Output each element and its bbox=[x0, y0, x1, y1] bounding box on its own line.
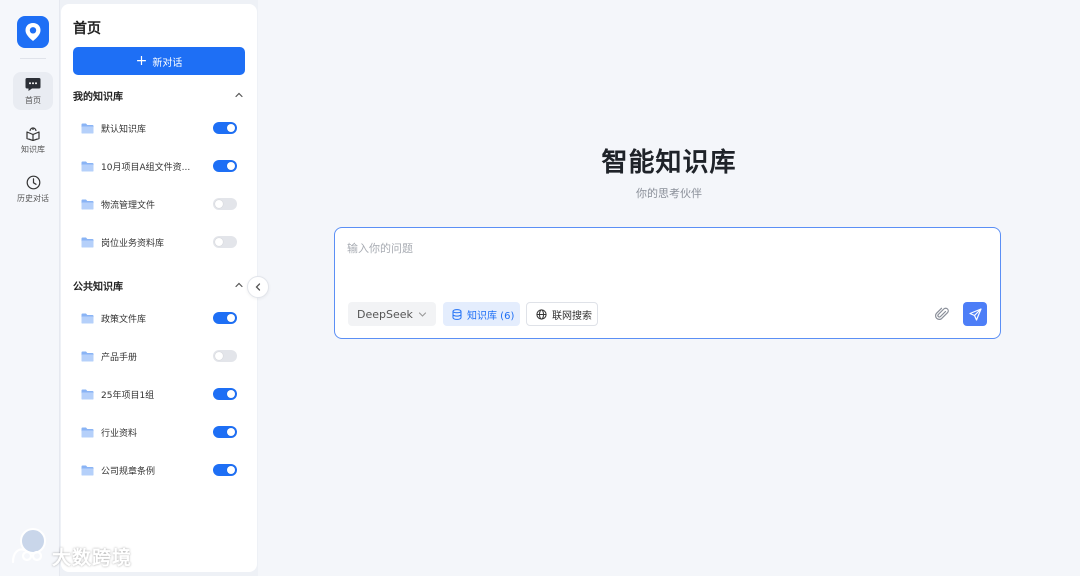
toggle-knob bbox=[215, 352, 223, 360]
kb-item[interactable]: 25年项目1组 bbox=[81, 384, 237, 404]
send-icon bbox=[968, 307, 982, 321]
rail-divider bbox=[20, 58, 46, 59]
kb-item[interactable]: 岗位业务资料库 bbox=[81, 232, 237, 252]
kb-toggle[interactable] bbox=[213, 426, 237, 438]
folder-icon bbox=[81, 465, 94, 475]
folder-icon bbox=[81, 389, 94, 399]
paperclip-icon[interactable] bbox=[934, 306, 950, 322]
kb-toggle[interactable] bbox=[213, 350, 237, 362]
kb-toggle[interactable] bbox=[213, 122, 237, 134]
web-search-chip-label: 联网搜索 bbox=[552, 310, 592, 322]
chevron-left-icon bbox=[255, 283, 261, 291]
toggle-knob bbox=[227, 314, 235, 322]
chat-bubble-icon bbox=[25, 77, 41, 91]
kb-item-name: 产品手册 bbox=[101, 352, 138, 363]
knowledge-base-chip-label: 知识库 (6) bbox=[467, 310, 515, 322]
kb-item[interactable]: 行业资料 bbox=[81, 422, 237, 442]
clock-icon bbox=[26, 175, 40, 189]
public-kb-title: 公共知识库 bbox=[73, 281, 123, 293]
kb-item-name: 政策文件库 bbox=[101, 314, 147, 325]
model-select[interactable]: DeepSeek bbox=[348, 302, 436, 326]
my-kb-section-header[interactable]: 我的知识库 bbox=[73, 86, 245, 104]
kb-item[interactable]: 公司规章条例 bbox=[81, 460, 237, 480]
side-panel: 首页 + 新对话 我的知识库 默认知识库 10月项目A组文件资... 物流管理文… bbox=[61, 4, 257, 572]
kb-item-name: 公司规章条例 bbox=[101, 466, 156, 477]
send-button[interactable] bbox=[963, 302, 987, 326]
toggle-knob bbox=[227, 428, 235, 436]
folder-icon bbox=[81, 237, 94, 247]
rail-item-knowledge[interactable]: 知识库 bbox=[13, 121, 53, 159]
plus-icon: + bbox=[135, 53, 148, 69]
chat-composer: DeepSeek 知识库 (6) 联网搜索 bbox=[334, 227, 1001, 339]
my-kb-title: 我的知识库 bbox=[73, 91, 123, 103]
kb-toggle[interactable] bbox=[213, 312, 237, 324]
folder-icon bbox=[81, 313, 94, 323]
question-input[interactable] bbox=[347, 240, 987, 290]
kb-item-name: 岗位业务资料库 bbox=[101, 238, 165, 249]
toggle-knob bbox=[227, 390, 235, 398]
page-title: 智能知识库 bbox=[601, 148, 737, 178]
new-chat-button[interactable]: + 新对话 bbox=[73, 47, 245, 75]
public-kb-section-header[interactable]: 公共知识库 bbox=[73, 276, 245, 294]
rail-item-label: 首页 bbox=[25, 95, 41, 105]
toggle-knob bbox=[227, 162, 235, 170]
panel-title: 首页 bbox=[73, 21, 101, 37]
toggle-knob bbox=[215, 200, 223, 208]
rail-item-history[interactable]: 历史对话 bbox=[13, 170, 53, 208]
chevron-down-icon bbox=[418, 311, 427, 317]
kb-item[interactable]: 产品手册 bbox=[81, 346, 237, 366]
knowledge-base-chip[interactable]: 知识库 (6) bbox=[443, 302, 520, 326]
globe-icon bbox=[536, 308, 547, 320]
kb-item-name: 物流管理文件 bbox=[101, 200, 156, 211]
database-icon bbox=[452, 308, 462, 320]
kb-item[interactable]: 政策文件库 bbox=[81, 308, 237, 328]
chevron-up-icon[interactable] bbox=[233, 89, 245, 101]
folder-icon bbox=[81, 199, 94, 209]
folder-icon bbox=[81, 123, 94, 133]
watermark: 大数跨境 bbox=[10, 542, 132, 570]
collapse-panel-button[interactable] bbox=[247, 276, 269, 298]
page-subtitle: 你的思考伙伴 bbox=[636, 187, 702, 200]
rail-item-home[interactable]: 首页 bbox=[13, 72, 53, 110]
toggle-knob bbox=[227, 124, 235, 132]
kb-item[interactable]: 默认知识库 bbox=[81, 118, 237, 138]
kb-toggle[interactable] bbox=[213, 198, 237, 210]
kb-item-name: 默认知识库 bbox=[101, 124, 147, 135]
main-area: 智能知识库 你的思考伙伴 DeepSeek 知识库 (6) 联网搜索 bbox=[258, 0, 1080, 576]
toggle-knob bbox=[215, 238, 223, 246]
rail-item-label: 历史对话 bbox=[17, 193, 49, 203]
watermark-text: 大数跨境 bbox=[52, 546, 133, 569]
left-rail: 首页 知识库 历史对话 bbox=[0, 0, 60, 576]
rail-item-label: 知识库 bbox=[21, 144, 45, 154]
watermark-logo-icon bbox=[11, 548, 43, 564]
knowledge-box-icon bbox=[26, 126, 40, 141]
kb-item-name: 25年项目1组 bbox=[101, 390, 155, 401]
folder-icon bbox=[81, 161, 94, 171]
web-search-chip[interactable]: 联网搜索 bbox=[526, 302, 598, 326]
folder-icon bbox=[81, 427, 94, 437]
chevron-up-icon[interactable] bbox=[233, 279, 245, 291]
model-select-label: DeepSeek bbox=[357, 307, 413, 321]
new-chat-label: 新对话 bbox=[152, 57, 183, 69]
kb-item-name: 行业资料 bbox=[101, 428, 138, 439]
kb-toggle[interactable] bbox=[213, 236, 237, 248]
kb-item-name: 10月项目A组文件资... bbox=[101, 162, 191, 173]
kb-toggle[interactable] bbox=[213, 160, 237, 172]
app-logo-icon[interactable] bbox=[17, 16, 49, 48]
kb-item[interactable]: 物流管理文件 bbox=[81, 194, 237, 214]
folder-icon bbox=[81, 351, 94, 361]
kb-toggle[interactable] bbox=[213, 464, 237, 476]
kb-item[interactable]: 10月项目A组文件资... bbox=[81, 156, 237, 176]
toggle-knob bbox=[227, 466, 235, 474]
kb-toggle[interactable] bbox=[213, 388, 237, 400]
